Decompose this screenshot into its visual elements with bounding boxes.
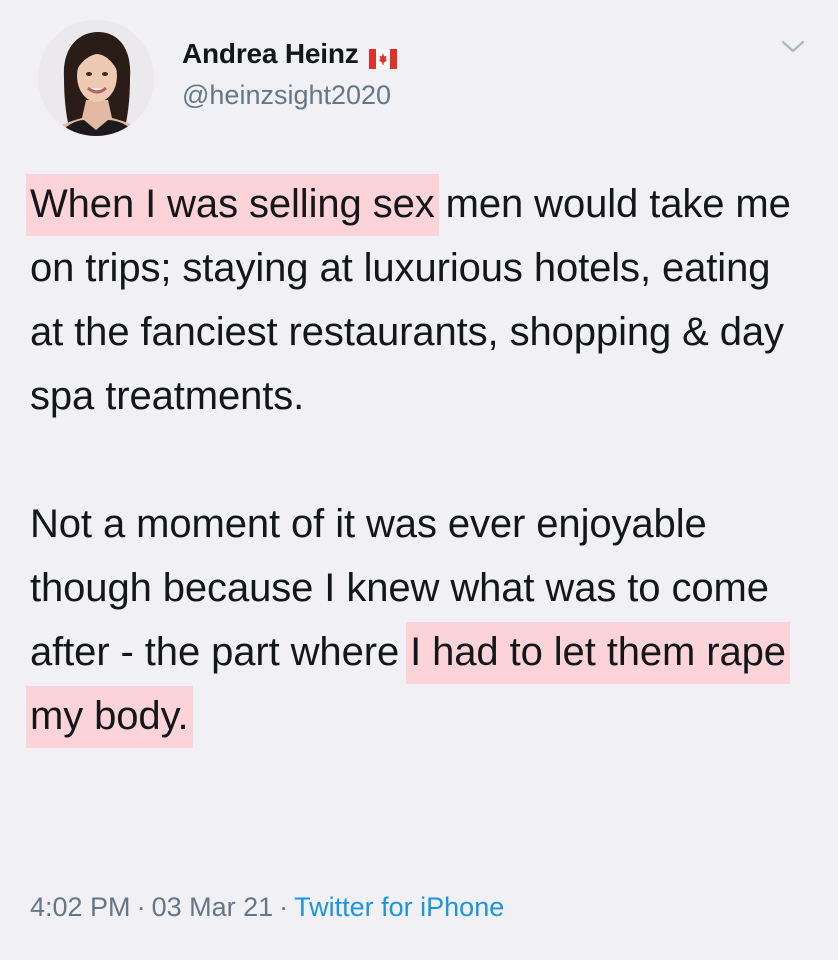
author-names: Andrea Heinz @heinzsight2020: [182, 38, 397, 111]
highlighted-text: When I was selling sex: [26, 174, 439, 236]
author-display-name[interactable]: Andrea Heinz: [182, 38, 397, 70]
tweet-time[interactable]: 4:02 PM: [30, 892, 131, 922]
tweet-date[interactable]: 03 Mar 21: [152, 892, 274, 922]
separator: ·: [279, 892, 289, 922]
canada-flag-icon: [368, 44, 397, 69]
profile-photo: [38, 20, 154, 136]
chevron-down-icon[interactable]: [780, 38, 806, 56]
tweet-header: Andrea Heinz @heinzsight2020: [28, 18, 814, 138]
tweet-source-link[interactable]: Twitter for iPhone: [294, 892, 504, 922]
tweet-text: When I was selling sex men would take me…: [26, 172, 810, 748]
author-handle[interactable]: @heinzsight2020: [182, 80, 397, 111]
tweet-metadata: 4:02 PM · 03 Mar 21 · Twitter for iPhone: [30, 892, 504, 923]
author-name-text: Andrea Heinz: [182, 38, 359, 69]
separator: ·: [136, 892, 146, 922]
tweet-paragraph-2: Not a moment of it was ever enjoyable th…: [26, 492, 810, 748]
tweet-card: Andrea Heinz @heinzsight2020 When I was …: [0, 0, 838, 960]
tweet-paragraph-1: When I was selling sex men would take me…: [26, 172, 810, 428]
avatar[interactable]: [38, 20, 154, 136]
